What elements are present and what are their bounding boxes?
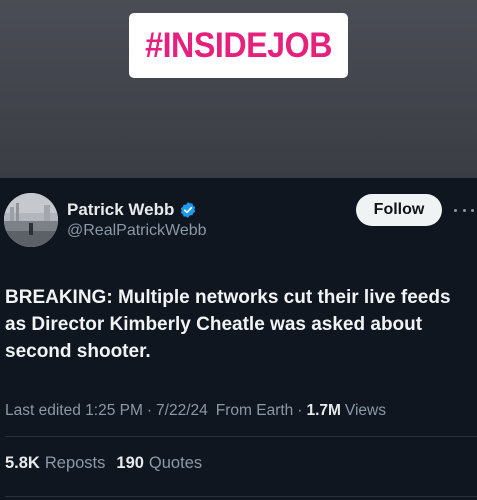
screen: #INSIDEJOB Patrick Webb @RealPatrickWebb…: [0, 0, 477, 500]
tweet-card[interactable]: Patrick Webb @RealPatrickWebb Follow BRE…: [0, 178, 477, 500]
tweet-date[interactable]: 7/22/24: [156, 402, 208, 420]
meta-separator: ·: [297, 402, 303, 419]
views-count: 1.7M: [306, 402, 341, 419]
views-label: Views: [344, 402, 386, 419]
reposts-stat[interactable]: 5.8K Reposts: [5, 454, 105, 473]
engagement-stats: 5.8K Reposts 190 Quotes: [5, 454, 202, 473]
avatar[interactable]: [4, 193, 58, 247]
quotes-count: 190: [116, 454, 144, 472]
verified-badge-icon: [179, 201, 197, 219]
tweet-meta: Last edited 1:25 PM · 7/22/24 From Earth…: [5, 402, 386, 420]
story-background: #INSIDEJOB: [0, 0, 477, 178]
divider: [5, 496, 477, 497]
author-name-row: Patrick Webb: [67, 200, 197, 220]
hashtag-sticker: #INSIDEJOB: [129, 13, 348, 78]
reposts-label: Reposts: [44, 454, 106, 472]
meta-separator: ·: [146, 402, 153, 419]
follow-button[interactable]: Follow: [356, 194, 442, 226]
divider: [5, 436, 477, 437]
hashtag-text: #INSIDEJOB: [145, 25, 332, 65]
author-handle[interactable]: @RealPatrickWebb: [67, 222, 207, 240]
reposts-count: 5.8K: [5, 454, 40, 472]
quotes-label: Quotes: [148, 454, 203, 472]
tweet-text: BREAKING: Multiple networks cut their li…: [5, 287, 451, 362]
author-name[interactable]: Patrick Webb: [67, 200, 174, 220]
more-horizontal-icon[interactable]: [454, 206, 474, 214]
quotes-stat[interactable]: 190 Quotes: [116, 454, 202, 473]
last-edited-time[interactable]: Last edited 1:25 PM: [5, 402, 143, 420]
tweet-location: From Earth: [215, 402, 294, 419]
